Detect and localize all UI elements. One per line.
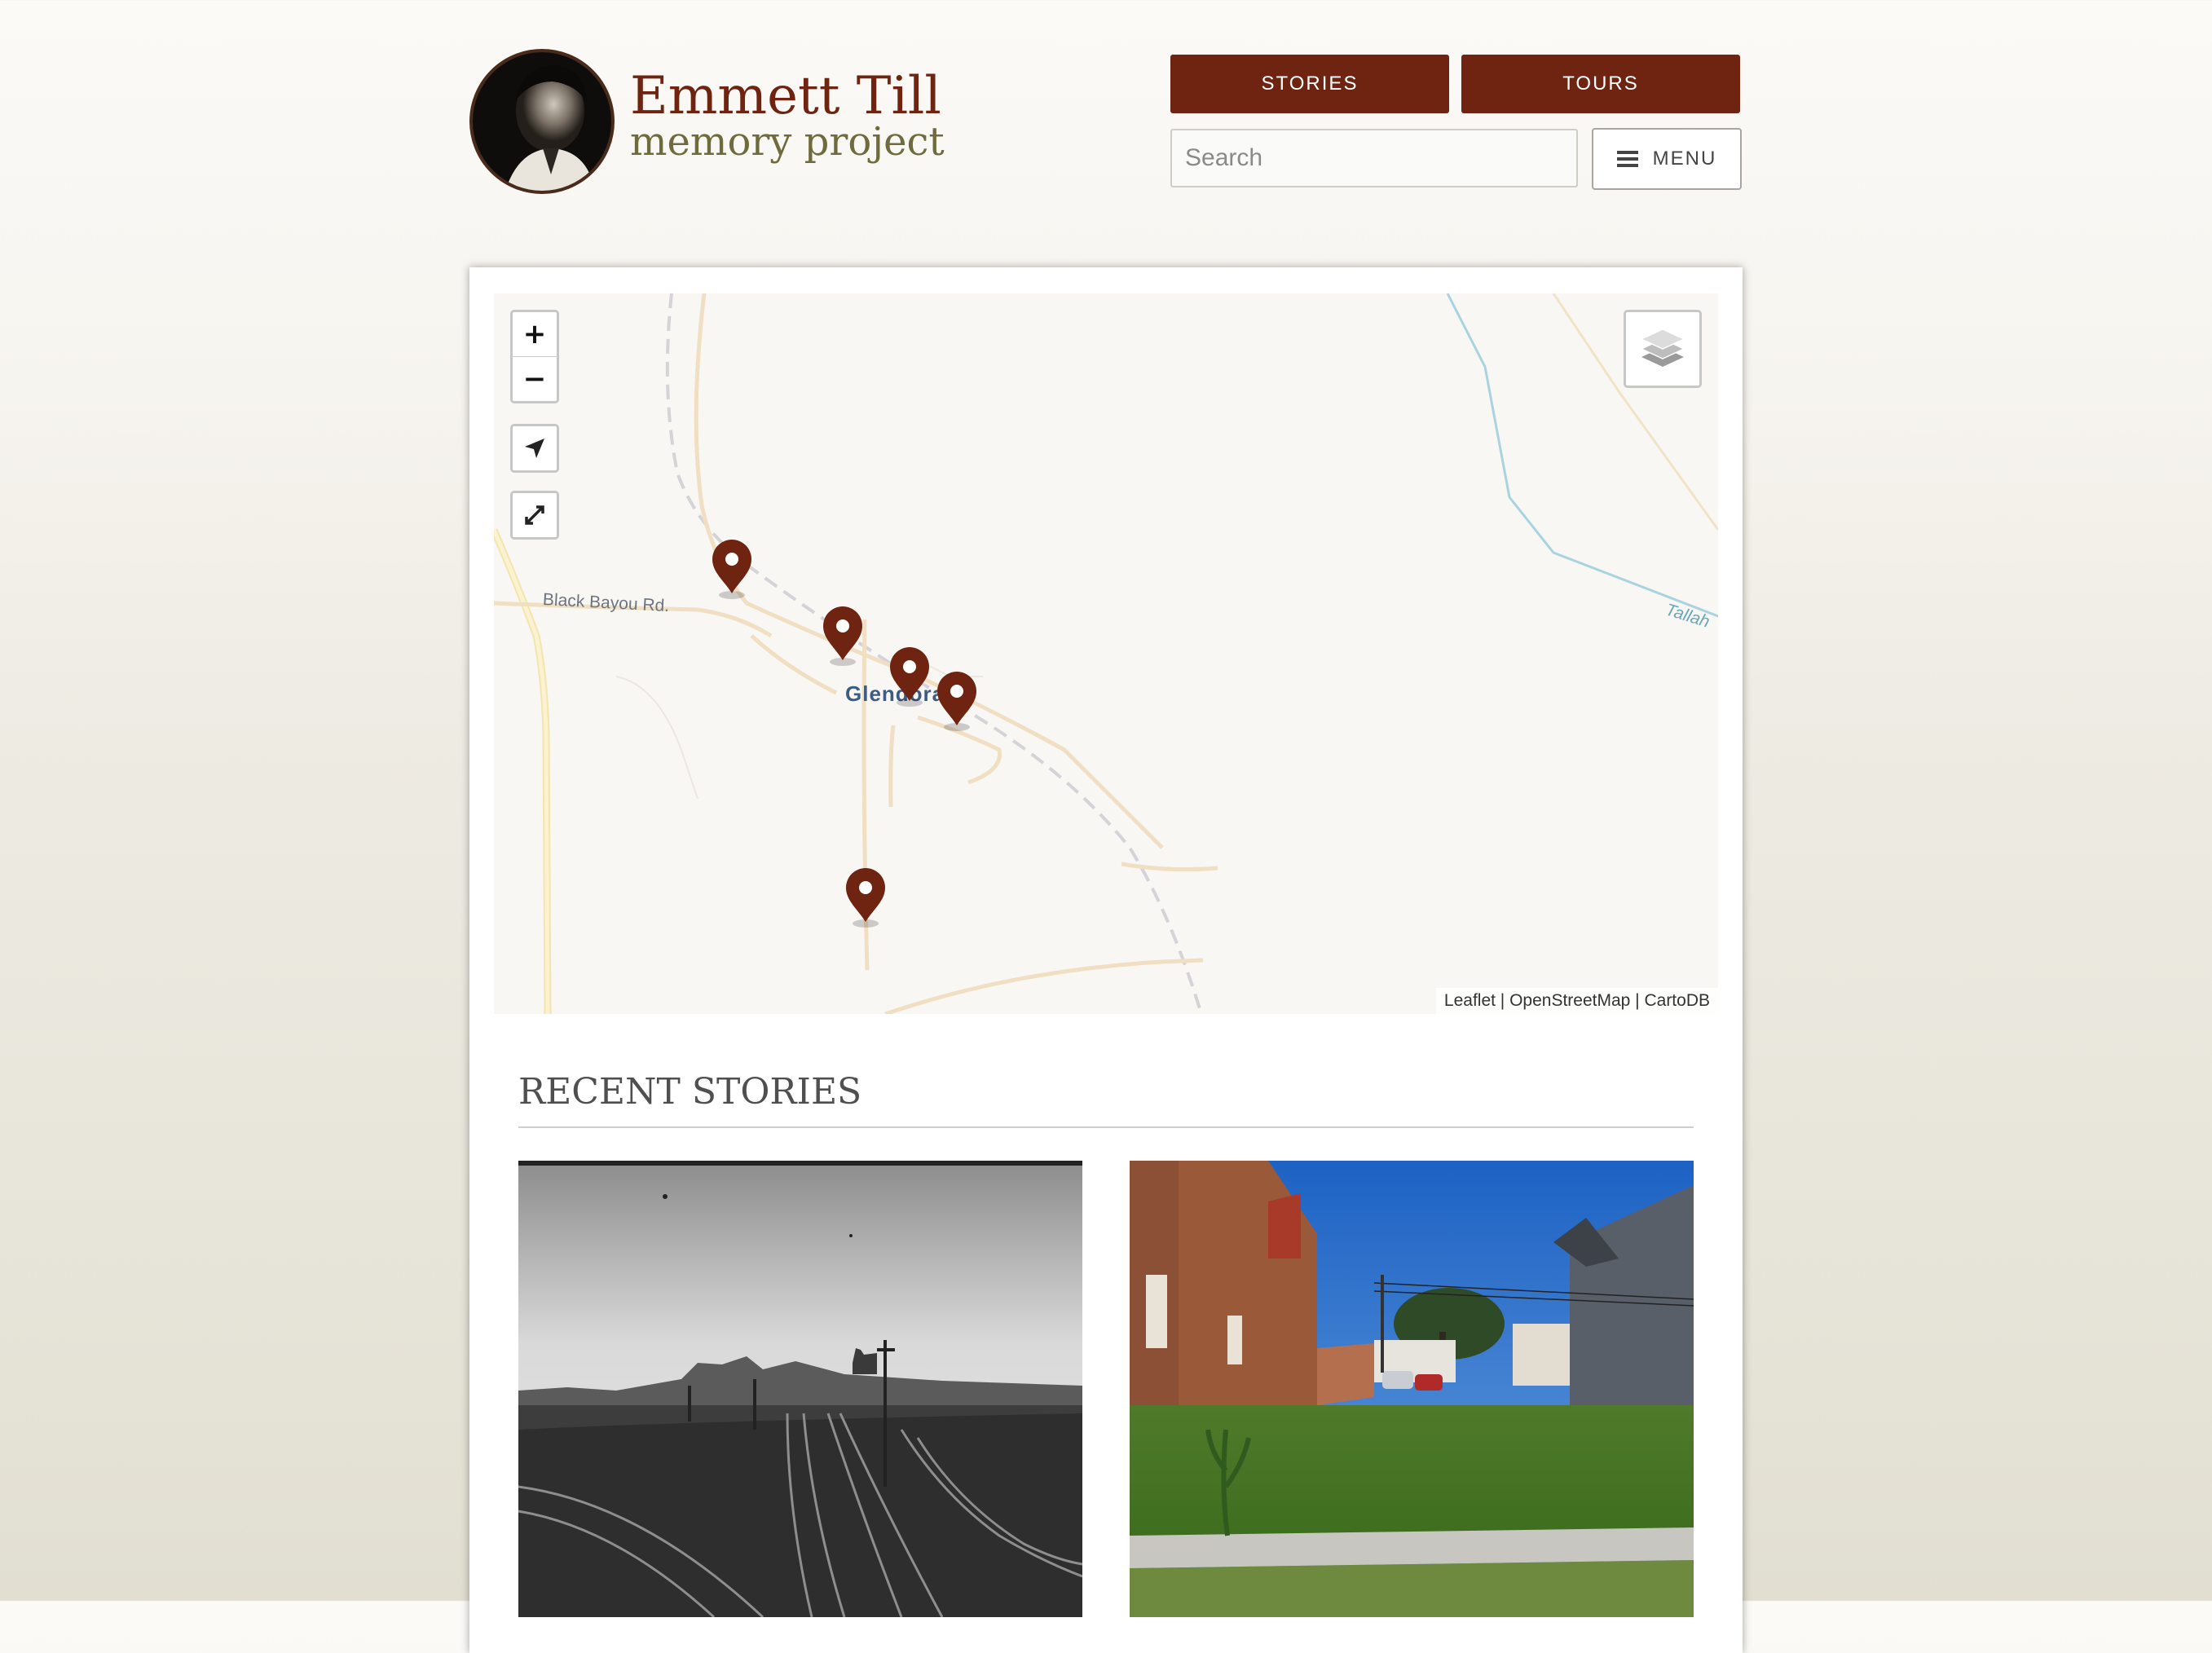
map[interactable]: Black Bayou Rd. Tallah Glendora + − Leaf… — [494, 293, 1718, 1014]
map-marker-icon[interactable] — [820, 605, 866, 667]
layers-icon — [1640, 326, 1685, 372]
map-marker-icon[interactable] — [843, 866, 888, 928]
story-image-backyard[interactable] — [1130, 1161, 1694, 1617]
hamburger-icon — [1616, 151, 1638, 167]
locate-icon — [513, 426, 557, 470]
tours-button[interactable]: TOURS — [1461, 55, 1740, 113]
section-title: RECENT STORIES — [518, 1071, 862, 1113]
divider — [518, 1126, 1694, 1128]
site-header: Emmett Till memory project STORIES TOURS… — [0, 0, 2212, 245]
menu-button[interactable]: MENU — [1592, 128, 1742, 190]
map-marker-icon[interactable] — [887, 646, 932, 707]
main-card: Black Bayou Rd. Tallah Glendora + − Leaf… — [469, 267, 1743, 1653]
logo-portrait — [469, 49, 615, 194]
map-marker-icon[interactable] — [709, 538, 755, 600]
locate-button[interactable] — [510, 424, 559, 473]
stories-button[interactable]: STORIES — [1170, 55, 1449, 113]
map-marker-icon[interactable] — [934, 670, 980, 732]
menu-label: MENU — [1652, 148, 1717, 170]
site-logo[interactable]: Emmett Till memory project — [469, 49, 958, 197]
fullscreen-icon — [513, 493, 557, 537]
logo-subtitle: memory project — [630, 119, 945, 165]
zoom-in-button[interactable]: + — [513, 312, 557, 357]
map-tiles — [494, 293, 1718, 1014]
map-attribution[interactable]: Leaflet | OpenStreetMap | CartoDB — [1435, 988, 1718, 1014]
zoom-out-button[interactable]: − — [513, 357, 557, 401]
story-image-railyard[interactable] — [518, 1161, 1082, 1617]
logo-title: Emmett Till — [630, 66, 941, 126]
fullscreen-button[interactable] — [510, 491, 559, 540]
search-input[interactable] — [1170, 129, 1578, 187]
layers-button[interactable] — [1624, 310, 1702, 388]
zoom-control: + − — [510, 310, 559, 403]
